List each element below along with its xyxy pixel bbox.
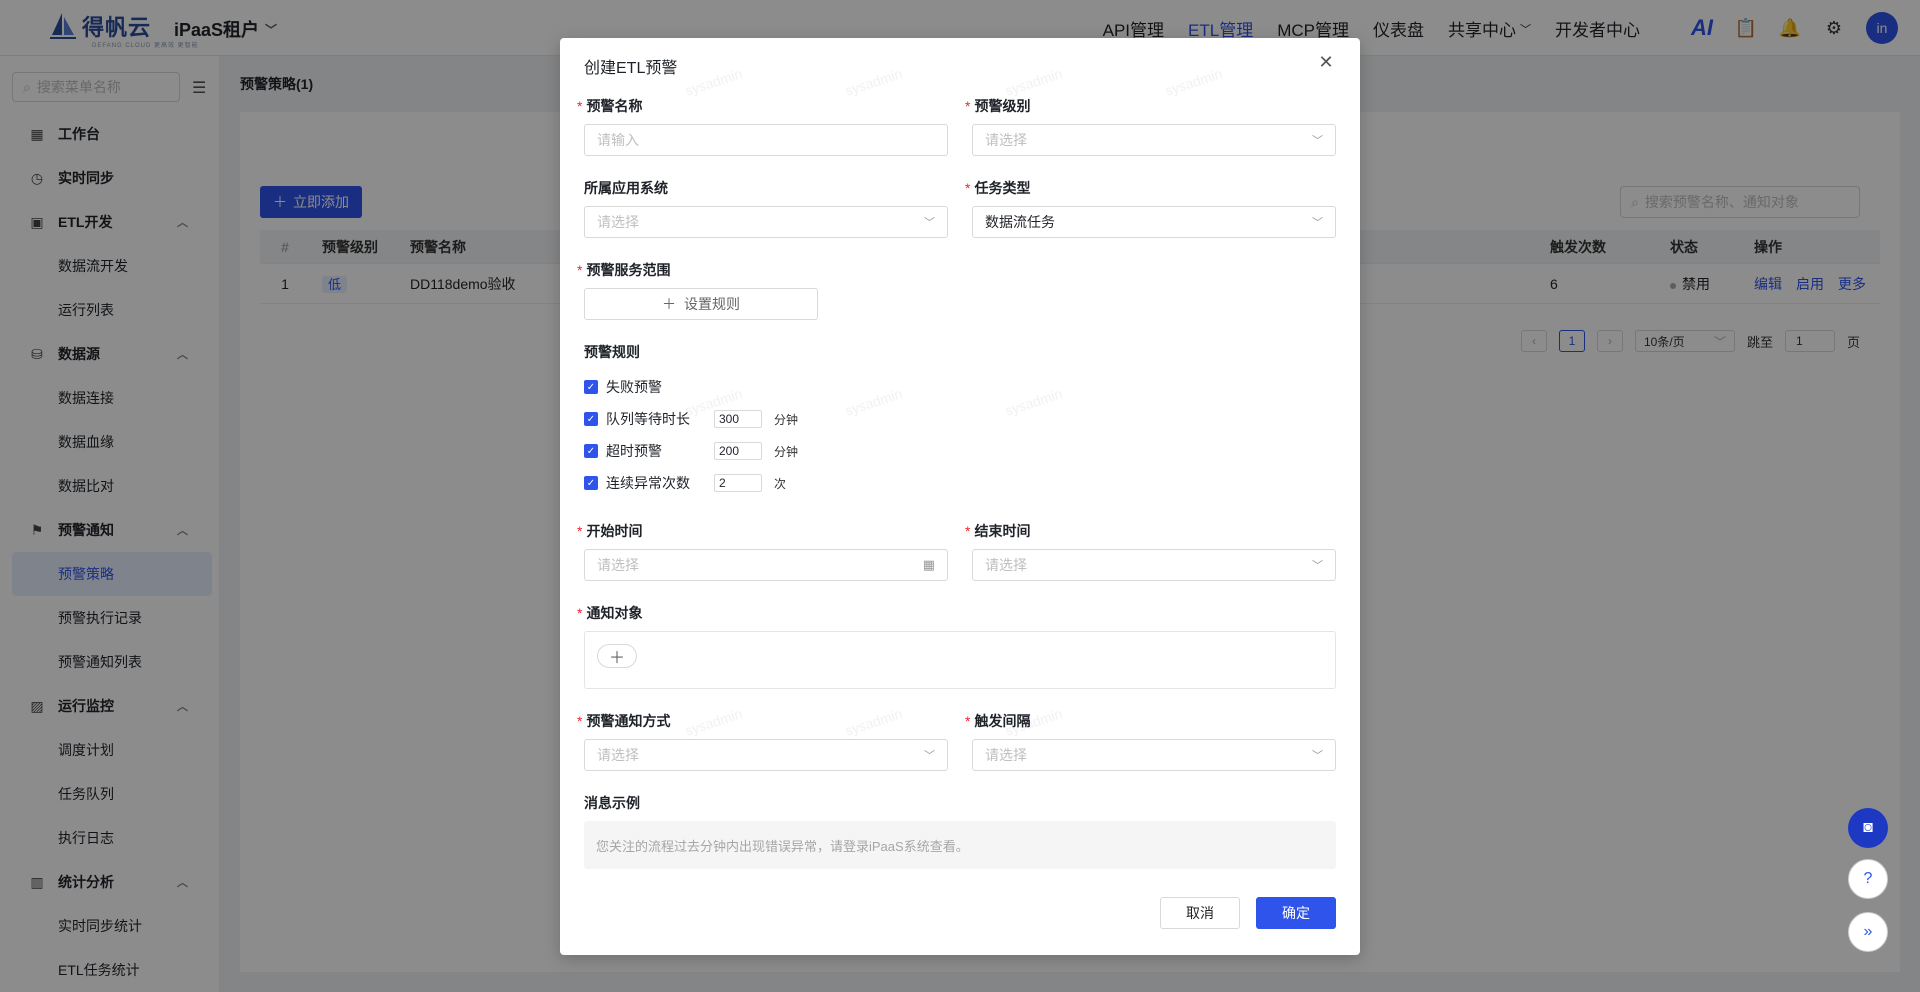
watermark: sysadmin <box>682 65 745 99</box>
label-text: 预警级别 <box>974 98 1031 114</box>
watermark: sysadmin <box>842 705 905 739</box>
task-type-label: * 任务类型 <box>965 178 1030 198</box>
message-example-box: 您关注的流程过去分钟内出现错误异常，请登录iPaaS系统查看。 <box>584 821 1336 869</box>
alert-name-placeholder: 请输入 <box>597 132 639 148</box>
timeout-checkbox[interactable]: ✓ <box>584 444 598 458</box>
start-time-placeholder: 请选择 <box>597 557 639 573</box>
alert-level-label: * 预警级别 <box>965 96 1030 116</box>
label-text: 通知对象 <box>586 605 643 621</box>
end-time-placeholder: 请选择 <box>985 557 1027 573</box>
scope-label: * 预警服务范围 <box>577 260 670 280</box>
end-time-label: * 结束时间 <box>965 521 1030 541</box>
cancel-button[interactable]: 取消 <box>1160 897 1240 929</box>
label-text: 任务类型 <box>974 180 1031 196</box>
rule-label: 连续异常次数 <box>606 475 690 491</box>
create-alert-modal: sysadmin sysadmin sysadmin sysadmin sysa… <box>560 38 1360 955</box>
trigger-interval-label: * 触发间隔 <box>965 711 1030 731</box>
add-notify-target-button[interactable]: ＋ <box>597 644 637 668</box>
fail-alert-checkbox[interactable]: ✓ <box>584 380 598 394</box>
label-text: 预警通知方式 <box>586 713 671 729</box>
notify-method-label: * 预警通知方式 <box>577 711 670 731</box>
alert-level-select[interactable]: 请选择 ﹀ <box>972 124 1336 156</box>
unit-label: 分钟 <box>774 412 799 427</box>
rule-consecutive-row: ✓ 连续异常次数 2 次 <box>584 473 786 493</box>
chevron-down-icon: ﹀ <box>924 750 935 762</box>
message-example-text: 您关注的流程过去分钟内出现错误异常，请登录iPaaS系统查看。 <box>596 838 969 854</box>
alert-level-placeholder: 请选择 <box>985 132 1027 148</box>
required-mark: * <box>965 523 971 539</box>
notify-target-label: * 通知对象 <box>577 603 642 623</box>
watermark: sysadmin <box>1002 385 1065 419</box>
app-system-label: 所属应用系统 <box>584 180 668 196</box>
trigger-interval-placeholder: 请选择 <box>985 747 1027 763</box>
watermark: sysadmin <box>842 65 905 99</box>
alert-name-label: * 预警名称 <box>577 96 642 116</box>
consecutive-error-input[interactable]: 2 <box>714 474 762 492</box>
robot-assistant-icon[interactable]: ◙ <box>1848 808 1888 848</box>
required-mark: * <box>577 713 583 729</box>
notify-method-placeholder: 请选择 <box>597 747 639 763</box>
required-mark: * <box>577 605 583 621</box>
rule-label: 队列等待时长 <box>606 411 690 427</box>
required-mark: * <box>965 180 971 196</box>
queue-wait-checkbox[interactable]: ✓ <box>584 412 598 426</box>
start-time-label: * 开始时间 <box>577 521 642 541</box>
watermark: sysadmin <box>682 705 745 739</box>
required-mark: * <box>965 98 971 114</box>
set-rule-button[interactable]: ＋ 设置规则 <box>584 288 818 320</box>
confirm-button[interactable]: 确定 <box>1256 897 1336 929</box>
chevron-down-icon: ﹀ <box>1312 560 1323 572</box>
required-mark: * <box>577 98 583 114</box>
unit-label: 次 <box>774 476 787 491</box>
required-mark: * <box>577 523 583 539</box>
rules-label: 预警规则 <box>584 344 640 360</box>
rule-fail-row: ✓ 失败预警 <box>584 377 714 397</box>
watermark: sysadmin <box>1162 65 1225 99</box>
watermark: sysadmin <box>1002 65 1065 99</box>
watermark: sysadmin <box>842 385 905 419</box>
plus-icon: ＋ <box>662 296 676 312</box>
required-mark: * <box>577 262 583 278</box>
label-text: 结束时间 <box>974 523 1031 539</box>
chevron-down-icon: ﹀ <box>924 217 935 229</box>
label-text: 预警服务范围 <box>586 262 671 278</box>
rule-label: 超时预警 <box>606 443 662 459</box>
notify-target-box: ＋ <box>584 631 1336 689</box>
timeout-input[interactable]: 200 <box>714 442 762 460</box>
label-text: 触发间隔 <box>974 713 1031 729</box>
calendar-icon: ▦ <box>922 557 935 572</box>
close-icon[interactable]: ✕ <box>1316 52 1336 72</box>
rule-timeout-row: ✓ 超时预警 200 分钟 <box>584 441 798 461</box>
label-text: 开始时间 <box>586 523 643 539</box>
required-mark: * <box>965 713 971 729</box>
app-system-select[interactable]: 请选择 ﹀ <box>584 206 948 238</box>
notify-method-select[interactable]: 请选择 ﹀ <box>584 739 948 771</box>
chevron-down-icon: ﹀ <box>1312 217 1323 229</box>
unit-label: 分钟 <box>774 444 799 459</box>
help-icon[interactable]: ? <box>1848 859 1888 899</box>
task-type-value: 数据流任务 <box>985 214 1055 230</box>
app-system-placeholder: 请选择 <box>597 214 639 230</box>
chevron-down-icon: ﹀ <box>1312 135 1323 147</box>
rule-label: 失败预警 <box>606 379 662 395</box>
label-text: 预警名称 <box>586 98 643 114</box>
trigger-interval-select[interactable]: 请选择 ﹀ <box>972 739 1336 771</box>
message-example-label: 消息示例 <box>584 795 640 811</box>
alert-name-input[interactable]: 请输入 <box>584 124 948 156</box>
consecutive-error-checkbox[interactable]: ✓ <box>584 476 598 490</box>
modal-title: 创建ETL预警 <box>584 60 678 77</box>
double-chevron-right-icon[interactable]: » <box>1848 912 1888 952</box>
start-time-picker[interactable]: 请选择 ▦ <box>584 549 948 581</box>
chevron-down-icon: ﹀ <box>1312 750 1323 762</box>
rule-queue-row: ✓ 队列等待时长 300 分钟 <box>584 409 798 429</box>
end-time-select[interactable]: 请选择 ﹀ <box>972 549 1336 581</box>
set-rule-label: 设置规则 <box>684 296 740 312</box>
task-type-select[interactable]: 数据流任务 ﹀ <box>972 206 1336 238</box>
queue-wait-input[interactable]: 300 <box>714 410 762 428</box>
